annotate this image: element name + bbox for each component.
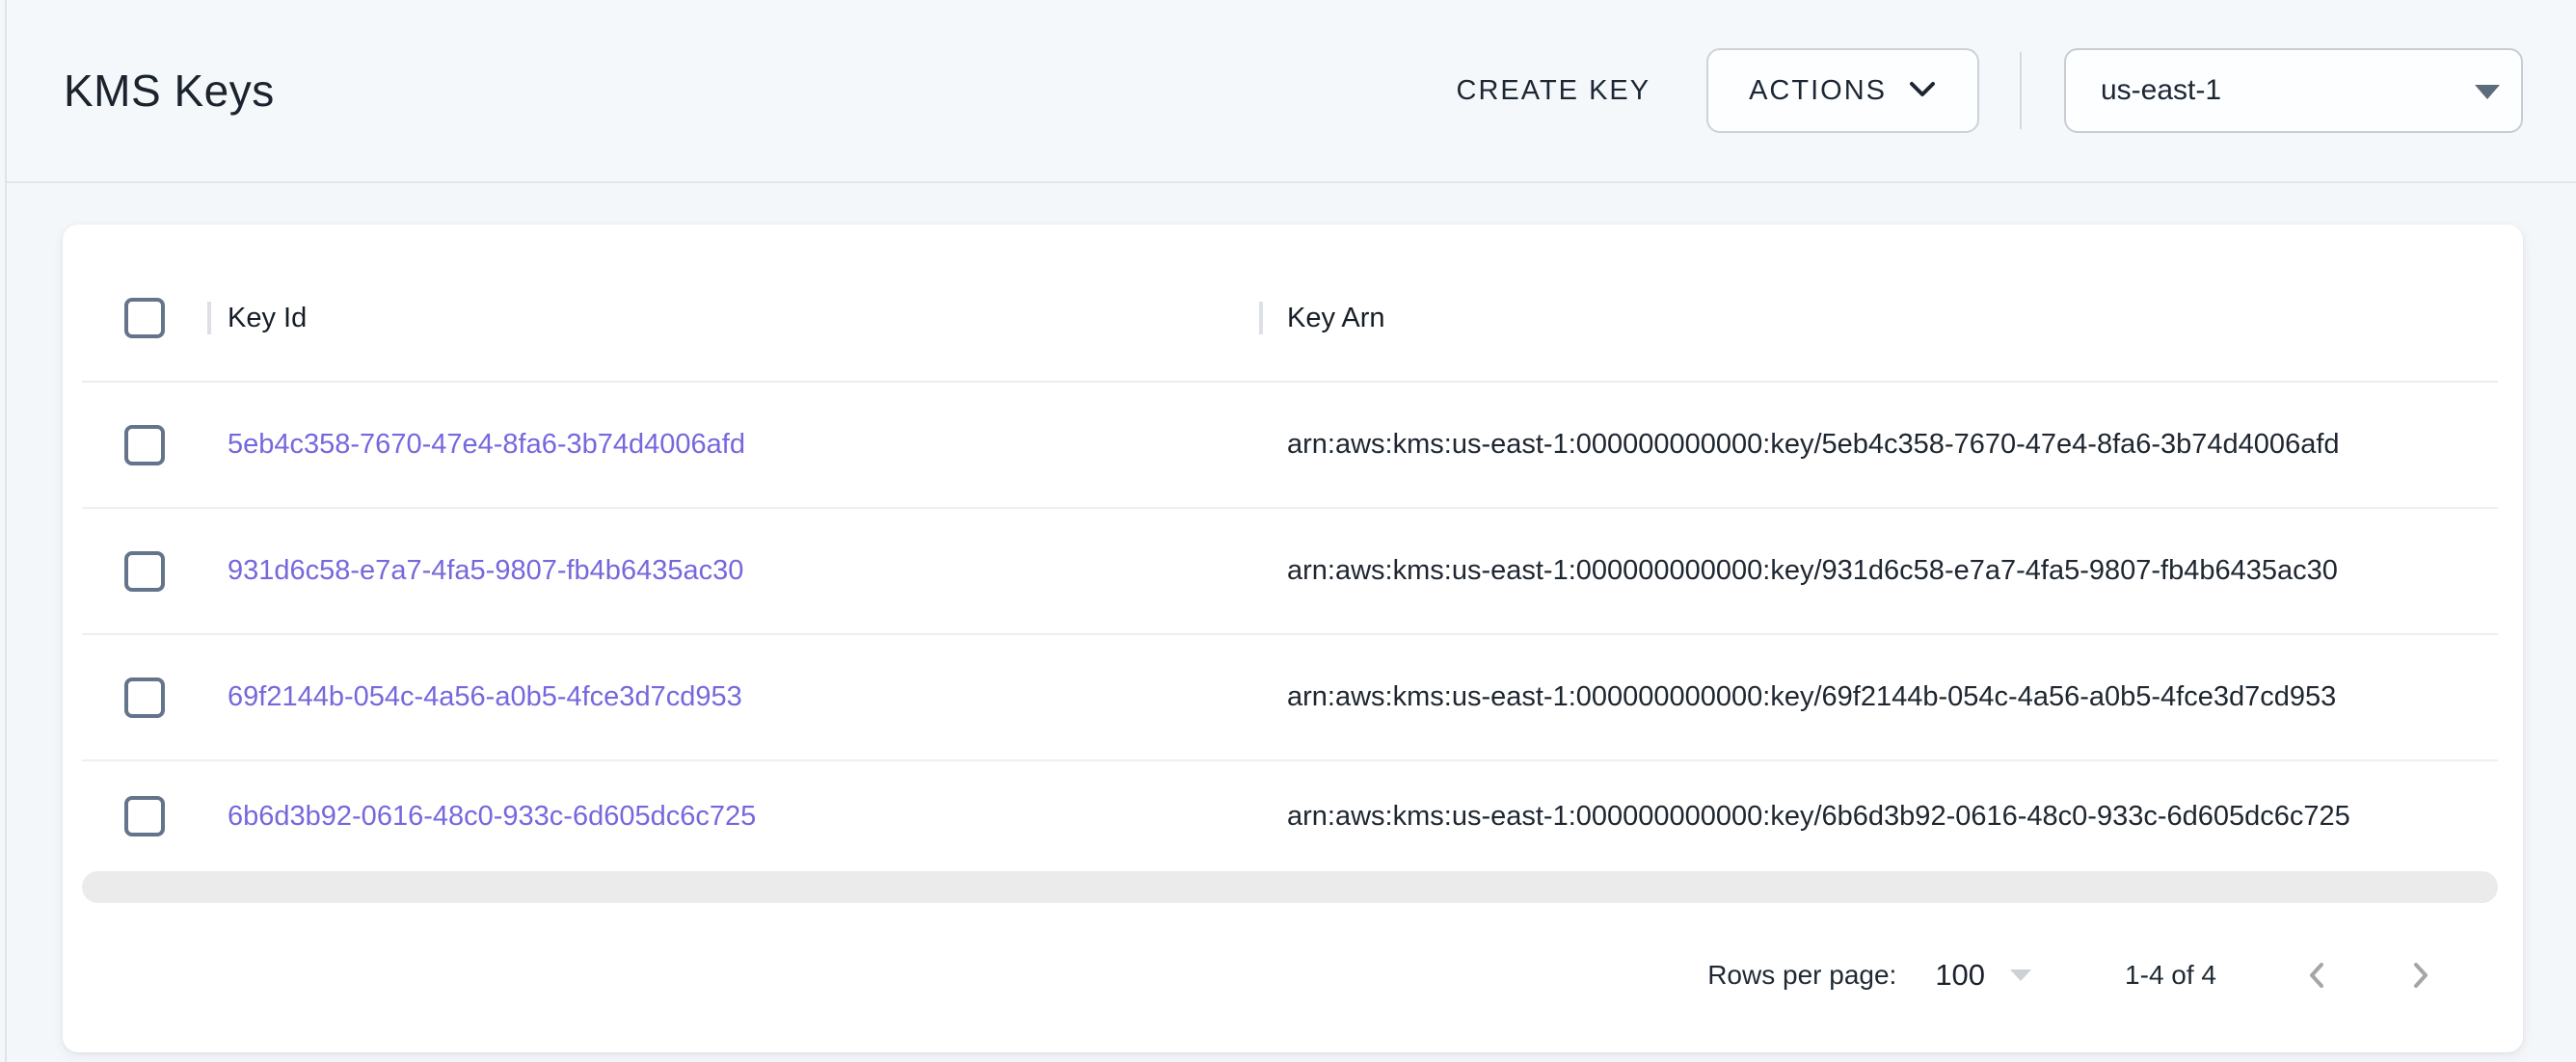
table-header-row: Key Id Key Arn [82, 255, 2498, 383]
page-title: KMS Keys [64, 65, 275, 117]
key-arn-value: arn:aws:kms:us-east-1:000000000000:key/6… [1287, 681, 2336, 712]
previous-page-button[interactable] [2276, 934, 2359, 1017]
row-checkbox[interactable] [124, 677, 165, 718]
row-checkbox-cell [82, 796, 207, 836]
row-checkbox-cell [82, 425, 207, 465]
horizontal-scrollbar[interactable] [82, 871, 2498, 903]
key-arn-cell: arn:aws:kms:us-east-1:000000000000:key/5… [1259, 429, 2498, 461]
rows-per-page-value: 100 [1935, 958, 1985, 993]
key-id-link[interactable]: 6b6d3b92-0616-48c0-933c-6d605dc6c725 [228, 801, 756, 832]
column-header-key-arn-label[interactable]: Key Arn [1287, 303, 1385, 334]
table-row: 931d6c58-e7a7-4fa5-9807-fb4b6435ac30 arn… [82, 509, 2498, 635]
table-row: 69f2144b-054c-4a56-a0b5-4fce3d7cd953 arn… [82, 635, 2498, 761]
actions-button[interactable]: ACTIONS [1706, 48, 1979, 133]
region-selector-value: us-east-1 [2101, 74, 2221, 107]
column-header-key-id-label[interactable]: Key Id [228, 303, 307, 334]
key-id-cell: 5eb4c358-7670-47e4-8fa6-3b74d4006afd [207, 429, 1259, 461]
column-header-key-id: Key Id [207, 303, 1259, 334]
key-id-cell: 69f2144b-054c-4a56-a0b5-4fce3d7cd953 [207, 681, 1259, 713]
row-checkbox[interactable] [124, 425, 165, 465]
header-actions: CREATE KEY ACTIONS us-east-1 [1447, 48, 2523, 133]
next-page-button[interactable] [2378, 934, 2461, 1017]
caret-down-icon [2475, 85, 2500, 99]
select-all-checkbox[interactable] [124, 298, 165, 338]
key-arn-cell: arn:aws:kms:us-east-1:000000000000:key/6… [1259, 801, 2498, 833]
pagination-range-label: 1-4 of 4 [2125, 960, 2216, 991]
chevron-down-icon [1908, 75, 1937, 107]
create-key-button[interactable]: CREATE KEY [1447, 56, 1661, 126]
table-row: 5eb4c358-7670-47e4-8fa6-3b74d4006afd arn… [82, 383, 2498, 509]
key-id-link[interactable]: 69f2144b-054c-4a56-a0b5-4fce3d7cd953 [228, 681, 742, 712]
caret-down-icon [2010, 969, 2031, 981]
key-arn-value: arn:aws:kms:us-east-1:000000000000:key/9… [1287, 555, 2338, 586]
rows-per-page-select[interactable]: 100 [1935, 958, 2031, 993]
row-checkbox[interactable] [124, 551, 165, 592]
key-arn-value: arn:aws:kms:us-east-1:000000000000:key/5… [1287, 429, 2340, 460]
row-checkbox-cell [82, 551, 207, 592]
key-arn-cell: arn:aws:kms:us-east-1:000000000000:key/6… [1259, 681, 2498, 713]
header-checkbox-cell [82, 298, 207, 338]
key-id-link[interactable]: 931d6c58-e7a7-4fa5-9807-fb4b6435ac30 [228, 555, 743, 586]
chevron-left-icon [2300, 958, 2335, 993]
key-arn-value: arn:aws:kms:us-east-1:000000000000:key/6… [1287, 801, 2350, 832]
key-id-cell: 6b6d3b92-0616-48c0-933c-6d605dc6c725 [207, 801, 1259, 833]
page-header: KMS Keys CREATE KEY ACTIONS us-east-1 [7, 0, 2576, 183]
row-checkbox-cell [82, 677, 207, 718]
row-checkbox[interactable] [124, 796, 165, 836]
table-row: 6b6d3b92-0616-48c0-933c-6d605dc6c725 arn… [82, 761, 2498, 871]
pagination-bar: Rows per page: 100 1-4 of 4 [82, 903, 2498, 1048]
kms-keys-table-card: Key Id Key Arn 5eb4c358-7670-47e4-8fa6-3… [63, 225, 2523, 1052]
key-id-link[interactable]: 5eb4c358-7670-47e4-8fa6-3b74d4006afd [228, 429, 745, 460]
header-vertical-divider [2020, 52, 2022, 129]
chevron-right-icon [2402, 958, 2437, 993]
key-id-cell: 931d6c58-e7a7-4fa5-9807-fb4b6435ac30 [207, 555, 1259, 587]
column-header-key-arn: Key Arn [1259, 303, 2498, 334]
region-selector[interactable]: us-east-1 [2064, 48, 2523, 133]
actions-button-label: ACTIONS [1749, 75, 1887, 107]
key-arn-cell: arn:aws:kms:us-east-1:000000000000:key/9… [1259, 555, 2498, 587]
rows-per-page-label: Rows per page: [1707, 960, 1896, 991]
